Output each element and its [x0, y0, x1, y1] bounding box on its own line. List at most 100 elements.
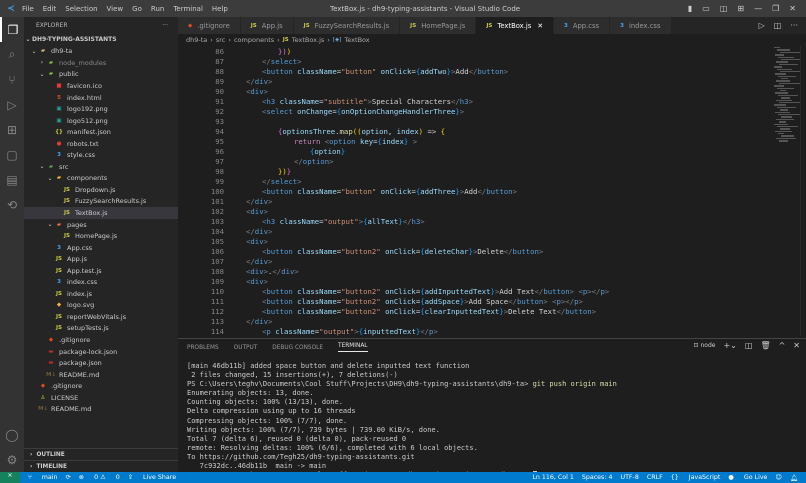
minimap[interactable]	[774, 46, 804, 336]
tab-gitignore[interactable]: ◆ .gitignore	[178, 17, 241, 34]
run-debug-icon[interactable]: ▷	[0, 92, 24, 117]
file-item[interactable]: ▬ package-lock.json	[24, 346, 178, 358]
breadcrumb-item[interactable]: src	[216, 36, 226, 44]
file-item[interactable]: ◆ logo.svg	[24, 300, 178, 312]
folder-item[interactable]: › ▰ node_modules	[24, 57, 178, 69]
live-share-button[interactable]: ⇪ Live Share	[128, 474, 176, 481]
code-line[interactable]: 107 </div>	[178, 257, 778, 267]
menu-run[interactable]: Run	[151, 5, 164, 13]
code-line[interactable]: 95 return <option key={index} >	[178, 137, 778, 147]
file-item[interactable]: JS setupTests.js	[24, 323, 178, 335]
breadcrumb-item[interactable]: dh9-ta	[186, 36, 207, 44]
code-line[interactable]: 86}))	[178, 47, 778, 57]
code-line[interactable]: 112 <button className="button2" onClick={…	[178, 307, 778, 317]
file-item[interactable]: ◆ .gitignore	[24, 334, 178, 346]
more-actions-icon[interactable]: ···	[790, 21, 798, 30]
file-item[interactable]: JS HomePage.js	[24, 230, 178, 242]
panel-tab-terminal[interactable]: TERMINAL	[338, 343, 368, 352]
cursor-position[interactable]: Ln 116, Col 1	[532, 474, 574, 481]
code-line[interactable]: 106 <button className="button2" onClick={…	[178, 247, 778, 257]
panel-tab-debug-console[interactable]: DEBUG CONSOLE	[272, 345, 323, 351]
tab-textbox-js[interactable]: JS TextBox.js ✕	[476, 17, 555, 34]
toggle-secondary-sidebar-icon[interactable]: ◫	[720, 4, 728, 13]
code-line[interactable]: 87 </select>	[178, 57, 778, 67]
file-item[interactable]: JS TextBox.js	[24, 207, 178, 219]
breadcrumb-item[interactable]: TextBox.js	[292, 36, 325, 44]
tab-app-css[interactable]: 3 App.css	[554, 17, 611, 34]
remote-explorer-icon[interactable]: ▢	[0, 142, 24, 167]
file-item[interactable]: ■ favicon.ico	[24, 80, 178, 92]
code-line[interactable]: 114 <p className="output">{inputtedText}<…	[178, 327, 778, 337]
kill-terminal-icon[interactable]: 🗑	[760, 341, 770, 350]
code-line[interactable]: 98})}	[178, 167, 778, 177]
language-mode[interactable]: {} JavaScript	[671, 474, 721, 481]
code-line[interactable]: 111 <button className="button2" onClick={…	[178, 297, 778, 307]
tab-homepage-js[interactable]: JS HomePage.js	[400, 17, 477, 34]
code-line[interactable]: 94 {optionsThree.map((option, index) => {	[178, 127, 778, 137]
menu-file[interactable]: File	[22, 5, 34, 13]
code-line[interactable]: 89 </div>	[178, 77, 778, 87]
settings-gear-icon[interactable]: ⚙	[0, 447, 24, 472]
file-item[interactable]: 3 index.css	[24, 276, 178, 288]
split-terminal-icon[interactable]: ◫	[745, 341, 753, 350]
file-item[interactable]: ◆ .gitignore	[24, 380, 178, 392]
new-terminal-icon[interactable]: +⌄	[723, 341, 736, 350]
notifications-bell-icon[interactable]: 🔔︎	[790, 474, 798, 482]
tab-app-js[interactable]: JS App.js	[240, 17, 294, 34]
code-line[interactable]: 92 <select onChange={onOptionChangeHandle…	[178, 107, 778, 117]
account-icon[interactable]: ◯	[0, 422, 24, 447]
outline-section[interactable]: › OUTLINE	[24, 448, 178, 460]
toggle-panel-icon[interactable]: ▭	[702, 4, 710, 13]
code-line[interactable]: 101 </div>	[178, 197, 778, 207]
code-line[interactable]: 104 </div>	[178, 227, 778, 237]
file-item[interactable]: JS App.js	[24, 253, 178, 265]
code-line[interactable]: 102 <div>	[178, 207, 778, 217]
explorer-icon[interactable]: ❐	[0, 17, 24, 42]
code-line[interactable]: 91 <h3 className="subtitle">Special Chara…	[178, 97, 778, 107]
code-line[interactable]: 100 <button className="button" onClick={a…	[178, 187, 778, 197]
maximize-panel-icon[interactable]: ^	[779, 341, 786, 350]
code-line[interactable]: 113 </div>	[178, 317, 778, 327]
file-item[interactable]: M↓ README.md	[24, 404, 178, 416]
close-window-button[interactable]: ✕	[789, 4, 796, 13]
file-item[interactable]: ♙ LICENSE	[24, 392, 178, 404]
close-tab-icon[interactable]: ✕	[537, 22, 543, 30]
code-line[interactable]: 108 <div>.</div>	[178, 267, 778, 277]
file-item[interactable]: 3 App.css	[24, 242, 178, 254]
file-item[interactable]: M↓ README.md	[24, 369, 178, 381]
folder-item[interactable]: ⌄ ▰ dh9-ta	[24, 46, 178, 58]
file-item[interactable]: 3 style.css	[24, 149, 178, 161]
line-ending[interactable]: CRLF	[647, 474, 663, 481]
maximize-button[interactable]: ❐	[772, 4, 779, 13]
code-line[interactable]: 99 </select>	[178, 177, 778, 187]
menu-selection[interactable]: Selection	[65, 5, 97, 13]
run-icon[interactable]: ▷	[759, 21, 765, 30]
file-item[interactable]: ▣ logo512.png	[24, 115, 178, 127]
file-item[interactable]: ▬ package.json	[24, 357, 178, 369]
live-share-icon[interactable]: ⟲	[0, 192, 24, 217]
search-icon[interactable]: ⌕	[0, 42, 24, 67]
remote-indicator-icon[interactable]: ⨯	[0, 472, 20, 483]
menu-terminal[interactable]: Terminal	[173, 5, 203, 13]
tab-index-css[interactable]: 3 index.css	[610, 17, 672, 34]
menu-help[interactable]: Help	[212, 5, 228, 13]
code-line[interactable]: 96 {option}	[178, 147, 778, 157]
menu-view[interactable]: View	[107, 5, 124, 13]
split-editor-icon[interactable]: ◫	[774, 21, 782, 30]
source-control-icon[interactable]: ⑂	[0, 67, 24, 92]
testing-icon[interactable]: ▤	[0, 167, 24, 192]
more-actions-icon[interactable]: ···	[162, 22, 168, 29]
toggle-sidebar-icon[interactable]: ▮	[688, 4, 692, 13]
workspace-header[interactable]: ⌄ DH9-TYPING-ASSISTANTS	[24, 34, 178, 46]
terminal-shell-selector[interactable]: ⊡ node	[694, 342, 716, 349]
file-item[interactable]: ▣ logo192.png	[24, 103, 178, 115]
menu-edit[interactable]: Edit	[43, 5, 57, 13]
minimize-button[interactable]: —	[754, 4, 762, 13]
sync-icon[interactable]: ⟳	[66, 474, 71, 481]
file-item[interactable]: ● robots.txt	[24, 138, 178, 150]
file-item[interactable]: JS FuzzySearchResults.js	[24, 196, 178, 208]
close-panel-icon[interactable]: ✕	[793, 341, 800, 350]
breadcrumb-item[interactable]: components	[234, 36, 274, 44]
branch-indicator[interactable]: ⑂ main	[28, 474, 58, 481]
feedback-icon[interactable]: ☺	[775, 474, 782, 481]
